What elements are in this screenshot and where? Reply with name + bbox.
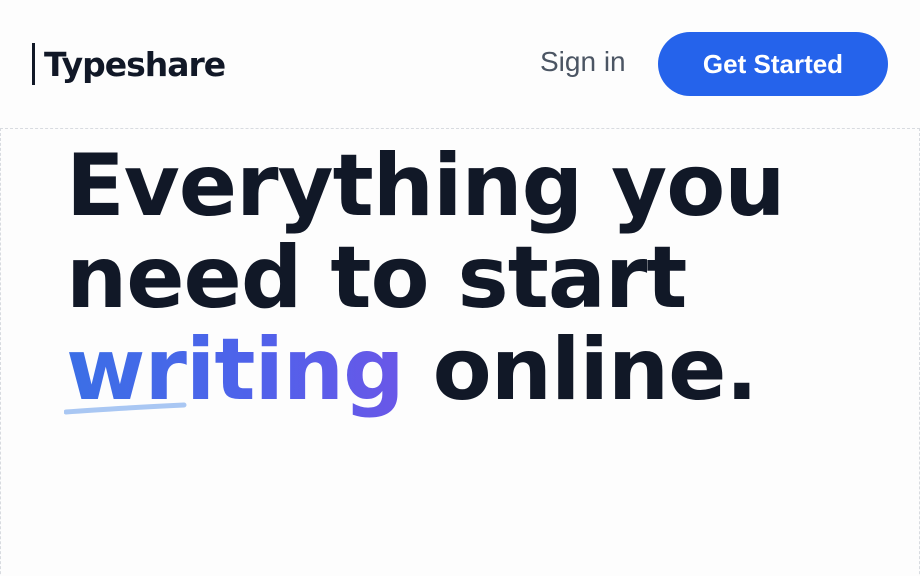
hero-heading: Everything you need to start writing onl…: [64, 136, 786, 416]
hero-heading-line-3-rest: online.: [403, 320, 759, 420]
highlight-word-wrapper: writing: [64, 324, 405, 416]
logo-link[interactable]: Typeshare: [32, 42, 226, 86]
underline-stroke-decoration: [64, 402, 187, 415]
logo-text: Typeshare: [44, 44, 226, 84]
sign-in-link[interactable]: Sign in: [540, 46, 626, 78]
get-started-button[interactable]: Get Started: [658, 32, 888, 96]
hero-heading-line-2: need to start: [66, 228, 687, 328]
logo-cursor-bar: [32, 43, 35, 85]
page: Typeshare Sign in Get Started Everything…: [0, 0, 920, 576]
hero-heading-line-1: Everything you: [66, 136, 786, 236]
navbar: Typeshare Sign in Get Started: [0, 0, 920, 128]
hero-heading-line-3: writing online.: [64, 324, 785, 416]
